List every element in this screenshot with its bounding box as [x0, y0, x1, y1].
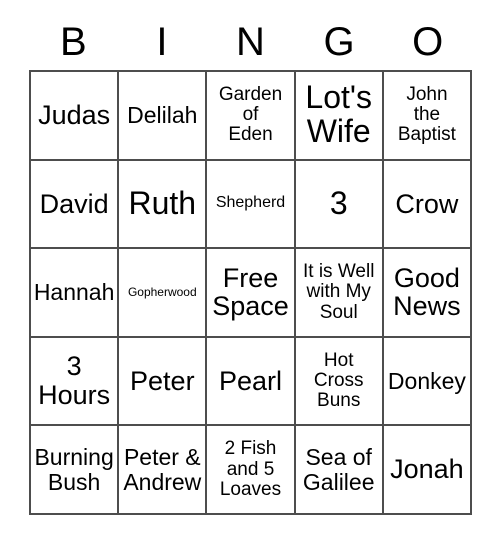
bingo-cell[interactable]: Delilah: [119, 72, 208, 161]
bingo-cell[interactable]: Ruth: [119, 160, 208, 250]
bingo-cell-label: Sea of Galilee: [302, 444, 375, 495]
bingo-header-letter-n: N: [236, 20, 265, 64]
bingo-card: B I N G O Judas Delilah Garden of Eden L…: [29, 14, 473, 515]
bingo-cell[interactable]: Hannah: [31, 249, 120, 338]
bingo-cell-label: 3: [329, 184, 348, 221]
bingo-grid: Judas Delilah Garden of Eden Lot's Wife …: [29, 70, 473, 515]
bingo-cell-label: 3 Hours: [38, 351, 111, 411]
bingo-cell[interactable]: Peter & Andrew: [119, 426, 208, 515]
bingo-header-letter-g: G: [323, 20, 355, 64]
bingo-cell-label: David: [39, 188, 109, 219]
bingo-header-letter-o: O: [412, 20, 444, 64]
bingo-header-row: B I N G O: [29, 14, 472, 70]
bingo-cell-free-space[interactable]: Free Space: [207, 249, 296, 338]
bingo-cell-label: Hannah: [33, 279, 115, 306]
bingo-cell-label: Lot's Wife: [305, 79, 372, 150]
bingo-cell[interactable]: Good News: [383, 249, 473, 338]
bingo-cell[interactable]: Hot Cross Buns: [295, 337, 384, 427]
bingo-cell[interactable]: John the Baptist: [383, 72, 473, 161]
bingo-cell-label: John the Baptist: [397, 84, 456, 146]
bingo-cell[interactable]: 2 Fish and 5 Loaves: [207, 426, 296, 515]
bingo-cell-label: Free Space: [212, 262, 289, 322]
bingo-cell[interactable]: Garden of Eden: [207, 72, 296, 161]
bingo-cell[interactable]: David: [31, 160, 120, 250]
bingo-cell[interactable]: Lot's Wife: [295, 72, 384, 161]
bingo-cell-label: Burning Bush: [34, 444, 114, 495]
bingo-cell-label: Donkey: [387, 367, 466, 394]
bingo-cell[interactable]: Burning Bush: [31, 426, 120, 515]
bingo-cell-label: Peter: [130, 365, 195, 396]
bingo-cell-label: Crow: [395, 188, 459, 219]
bingo-cell[interactable]: Pearl: [207, 337, 296, 427]
bingo-cell-label: It is Well with My Soul: [302, 261, 375, 323]
bingo-cell[interactable]: 3: [295, 160, 384, 250]
bingo-row: 3 Hours Peter Pearl Hot Cross Buns Donke…: [31, 337, 473, 427]
bingo-cell[interactable]: Donkey: [383, 337, 473, 427]
bingo-cell-label: Ruth: [128, 184, 197, 221]
bingo-cell[interactable]: Sea of Galilee: [295, 426, 384, 515]
bingo-cell-label: Garden of Eden: [218, 84, 283, 146]
bingo-cell[interactable]: 3 Hours: [31, 337, 120, 427]
bingo-row: Hannah Gopherwood Free Space It is Well …: [31, 249, 473, 338]
bingo-row: Judas Delilah Garden of Eden Lot's Wife …: [31, 72, 473, 161]
bingo-cell-label: Judas: [38, 99, 111, 130]
bingo-cell[interactable]: Peter: [119, 337, 208, 427]
bingo-cell[interactable]: Shepherd: [207, 160, 296, 250]
bingo-cell-label: Pearl: [218, 365, 283, 396]
bingo-row: Burning Bush Peter & Andrew 2 Fish and 5…: [31, 426, 473, 515]
bingo-cell-label: Good News: [393, 262, 461, 322]
bingo-header-letter-i: I: [156, 20, 168, 64]
bingo-cell-label: Peter & Andrew: [123, 444, 202, 495]
bingo-cell-label: Jonah: [390, 454, 464, 485]
bingo-cell-label: 2 Fish and 5 Loaves: [219, 438, 282, 500]
bingo-cell[interactable]: Jonah: [383, 426, 473, 515]
bingo-cell[interactable]: Crow: [383, 160, 473, 250]
bingo-cell-label: Gopherwood: [127, 285, 197, 300]
bingo-cell-label: Hot Cross Buns: [313, 349, 364, 412]
bingo-cell[interactable]: It is Well with My Soul: [295, 249, 384, 338]
bingo-cell[interactable]: Gopherwood: [119, 249, 208, 338]
bingo-cell[interactable]: Judas: [31, 72, 120, 161]
bingo-cell-label: Delilah: [127, 102, 198, 129]
bingo-header-letter-b: B: [59, 20, 87, 64]
bingo-row: David Ruth Shepherd 3 Crow: [31, 160, 473, 250]
bingo-cell-label: Shepherd: [215, 194, 286, 212]
